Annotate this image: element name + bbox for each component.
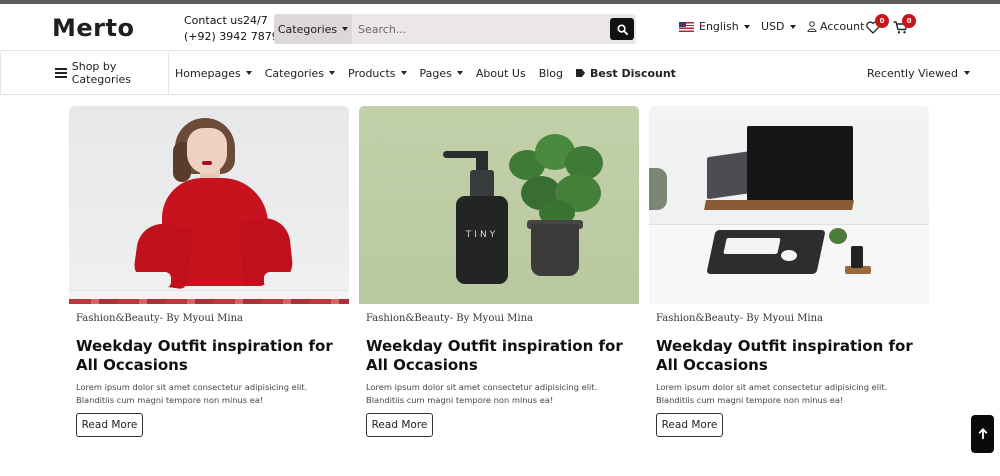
language-label: English bbox=[699, 20, 739, 33]
chevron-down-icon bbox=[342, 27, 349, 31]
search-bar: Categories bbox=[274, 14, 636, 44]
bottle-label: TINY bbox=[465, 230, 499, 240]
nav-item-label: About Us bbox=[475, 66, 526, 80]
post-image-woman-red-sweater[interactable] bbox=[69, 106, 349, 304]
blog-card: TINY Fashion&Beauty- By Myoui Mina Weekd… bbox=[359, 106, 639, 450]
cart-button[interactable]: 0 bbox=[893, 14, 916, 38]
nav-item-label: Products bbox=[348, 66, 396, 80]
cart-count-badge: 0 bbox=[902, 14, 916, 28]
site-header: Merto Contact us24/7 (+92) 3942 7879 Cat… bbox=[0, 4, 1000, 51]
post-meta: Fashion&Beauty- By Myoui Mina bbox=[656, 313, 823, 324]
post-meta: Fashion&Beauty- By Myoui Mina bbox=[366, 313, 533, 324]
read-more-button[interactable]: Read More bbox=[656, 413, 723, 437]
read-more-button[interactable]: Read More bbox=[366, 413, 433, 437]
contact-label: Contact us24/7 bbox=[184, 14, 268, 27]
search-button[interactable] bbox=[610, 18, 634, 40]
nav-menu: Homepages Categories Products Pages Abou… bbox=[175, 52, 676, 94]
post-title[interactable]: Weekday Outfit inspiration for All Occas… bbox=[366, 337, 636, 375]
search-category-label: Categories bbox=[277, 22, 338, 36]
tag-icon bbox=[576, 69, 586, 77]
post-category[interactable]: Fashion&Beauty bbox=[366, 313, 450, 324]
chevron-down-icon bbox=[245, 71, 252, 75]
post-meta: Fashion&Beauty- By Myoui Mina bbox=[76, 313, 243, 324]
chevron-down-icon bbox=[743, 24, 750, 29]
user-icon bbox=[807, 21, 817, 32]
post-excerpt: Lorem ipsum dolor sit amet consectetur a… bbox=[76, 382, 308, 405]
account-label: Account bbox=[820, 20, 865, 33]
contact-phone[interactable]: (+92) 3942 7879 bbox=[184, 29, 279, 45]
post-image-pump-bottle-and-plant[interactable]: TINY bbox=[359, 106, 639, 304]
nav-item-label: Categories bbox=[264, 66, 324, 80]
contact-info: Contact us24/7 (+92) 3942 7879 bbox=[184, 13, 279, 45]
arrow-up-icon bbox=[978, 428, 987, 439]
logo[interactable]: Merto bbox=[52, 14, 134, 42]
chevron-down-icon bbox=[789, 24, 796, 29]
blog-card: Fashion&Beauty- By Myoui Mina Weekday Ou… bbox=[649, 106, 929, 450]
hamburger-icon bbox=[55, 68, 67, 78]
chevron-down-icon bbox=[456, 71, 463, 75]
nav-item-pages[interactable]: Pages bbox=[420, 67, 463, 80]
chevron-down-icon bbox=[329, 71, 335, 75]
chevron-down-icon bbox=[963, 71, 970, 75]
search-category-select[interactable]: Categories bbox=[274, 14, 352, 44]
shop-by-categories-button[interactable]: Shop by Categories bbox=[0, 52, 169, 94]
search-icon bbox=[616, 23, 628, 35]
wishlist-button[interactable]: 0 bbox=[866, 14, 889, 38]
nav-item-homepages[interactable]: Homepages bbox=[175, 67, 252, 80]
post-image-desk-workspace[interactable] bbox=[649, 106, 929, 304]
scroll-to-top-button[interactable] bbox=[971, 415, 994, 453]
recently-viewed-dropdown[interactable]: Recently Viewed bbox=[867, 52, 970, 94]
nav-item-label: Pages bbox=[419, 66, 452, 80]
currency-label: USD bbox=[761, 20, 785, 33]
main-nav: Shop by Categories Homepages Categories … bbox=[0, 52, 1000, 95]
blog-card: Fashion&Beauty- By Myoui Mina Weekday Ou… bbox=[69, 106, 349, 450]
post-author: - By Myoui Mina bbox=[159, 313, 244, 324]
nav-item-best-discount[interactable]: Best Discount bbox=[576, 67, 676, 80]
post-category[interactable]: Fashion&Beauty bbox=[656, 313, 740, 324]
wishlist-count-badge: 0 bbox=[875, 14, 889, 28]
post-author: - By Myoui Mina bbox=[449, 313, 534, 324]
post-category[interactable]: Fashion&Beauty bbox=[76, 313, 160, 324]
post-author: - By Myoui Mina bbox=[739, 313, 824, 324]
nav-item-label: Homepages bbox=[175, 66, 241, 80]
nav-item-blog[interactable]: Blog bbox=[539, 67, 563, 80]
account-link[interactable]: Account bbox=[807, 20, 864, 33]
recently-viewed-label: Recently Viewed bbox=[867, 66, 958, 80]
currency-select[interactable]: USD bbox=[761, 20, 796, 33]
us-flag-icon bbox=[679, 21, 694, 32]
chevron-down-icon bbox=[400, 71, 407, 75]
post-excerpt: Lorem ipsum dolor sit amet consectetur a… bbox=[656, 382, 888, 405]
read-more-button[interactable]: Read More bbox=[76, 413, 143, 437]
post-title[interactable]: Weekday Outfit inspiration for All Occas… bbox=[76, 337, 346, 375]
post-title[interactable]: Weekday Outfit inspiration for All Occas… bbox=[656, 337, 926, 375]
nav-item-products[interactable]: Products bbox=[348, 67, 407, 80]
shop-by-label: Shop by Categories bbox=[71, 60, 132, 86]
nav-item-about-us[interactable]: About Us bbox=[476, 67, 526, 80]
nav-item-categories[interactable]: Categories bbox=[265, 67, 335, 80]
nav-item-label: Blog bbox=[538, 66, 564, 80]
post-excerpt: Lorem ipsum dolor sit amet consectetur a… bbox=[366, 382, 598, 405]
nav-item-label: Best Discount bbox=[590, 66, 676, 80]
language-select[interactable]: English bbox=[679, 20, 750, 33]
search-input[interactable] bbox=[358, 20, 598, 38]
